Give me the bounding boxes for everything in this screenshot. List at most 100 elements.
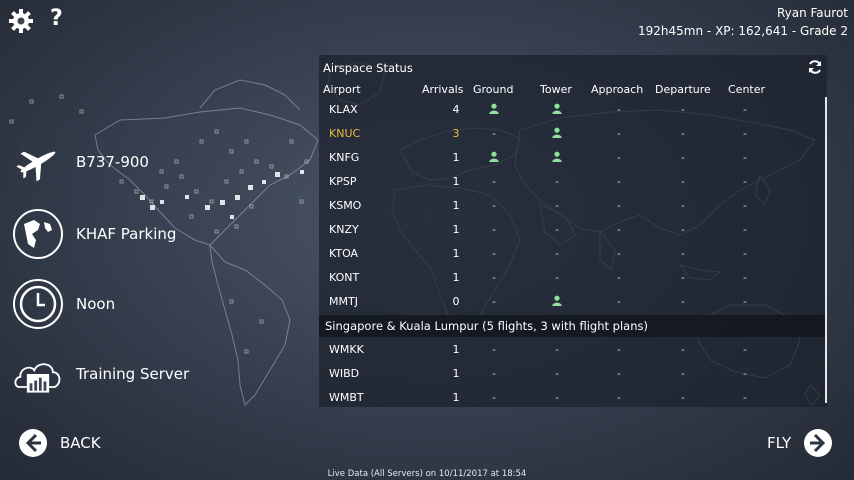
cell-airport: WMBT xyxy=(329,391,364,404)
cell-approach: - xyxy=(617,127,621,140)
cell-airport: KNUC xyxy=(329,127,361,140)
cell-departure: - xyxy=(681,391,685,404)
controller-online-icon xyxy=(489,151,500,165)
cell-departure: - xyxy=(681,151,685,164)
sidebar-item-server[interactable]: Training Server xyxy=(12,348,189,400)
sidebar-item-label: Training Server xyxy=(76,365,190,383)
cell-ground: - xyxy=(492,367,496,380)
cell-airport: MMTJ xyxy=(329,295,358,308)
cell-arrivals: 0 xyxy=(452,295,460,308)
table-row[interactable]: MMTJ 0 - - - - xyxy=(319,291,827,315)
settings-button[interactable] xyxy=(8,8,34,38)
cell-airport: KTOA xyxy=(329,247,359,260)
cell-arrivals: 1 xyxy=(452,391,460,404)
cell-tower: - xyxy=(555,343,559,356)
cell-departure: - xyxy=(681,103,685,116)
fly-label: FLY xyxy=(767,434,792,452)
back-button[interactable]: BACK xyxy=(18,428,101,458)
column-header-tower: Tower xyxy=(540,83,572,96)
sidebar-item-aircraft[interactable]: B737-900 xyxy=(12,136,149,188)
cell-airport: KONT xyxy=(329,271,360,284)
cell-airport: WIBD xyxy=(329,367,360,380)
cell-approach: - xyxy=(617,343,621,356)
cell-airport: WMKK xyxy=(329,343,364,356)
cell-ground: - xyxy=(492,247,496,260)
table-row[interactable]: WMKK 1 - - - - - xyxy=(319,339,827,363)
sidebar-item-label: KHAF Parking xyxy=(76,225,177,243)
column-header-airport: Airport xyxy=(323,83,361,96)
cell-airport: KNFG xyxy=(329,151,360,164)
cell-arrivals: 3 xyxy=(452,127,460,140)
cell-airport: KNZY xyxy=(329,223,359,236)
cell-departure: - xyxy=(681,343,685,356)
controller-online-icon xyxy=(489,103,500,117)
scrollbar[interactable] xyxy=(825,97,827,403)
column-header-departure: Departure xyxy=(655,83,711,96)
airspace-status-panel: Airspace Status Airport Arrivals Ground … xyxy=(319,55,827,407)
cell-center: - xyxy=(743,367,747,380)
table-row[interactable]: KNFG 1 - - - xyxy=(319,147,827,171)
cell-center: - xyxy=(743,247,747,260)
column-header-arrivals: Arrivals xyxy=(422,83,464,96)
cell-ground: - xyxy=(492,127,496,140)
server-chart-icon xyxy=(12,348,64,400)
table-row[interactable]: KPSP 1 - - - - - xyxy=(319,171,827,195)
refresh-button[interactable] xyxy=(807,59,823,78)
back-label: BACK xyxy=(60,434,101,452)
table-row[interactable]: KTOA 1 - - - - - xyxy=(319,243,827,267)
table-row[interactable]: KNZY 1 - - - - - xyxy=(319,219,827,243)
cell-arrivals: 1 xyxy=(452,175,460,188)
controller-online-icon xyxy=(552,127,563,141)
cell-departure: - xyxy=(681,199,685,212)
table-row[interactable]: KSMO 1 - - - - - xyxy=(319,195,827,219)
fly-button[interactable]: FLY xyxy=(767,428,833,458)
cell-ground: - xyxy=(492,175,496,188)
cell-tower: - xyxy=(555,391,559,404)
cell-approach: - xyxy=(617,295,621,308)
table-row[interactable]: KONT 1 - - - - - xyxy=(319,267,827,291)
cell-tower: - xyxy=(555,367,559,380)
controller-online-icon xyxy=(552,151,563,165)
cell-arrivals: 1 xyxy=(452,223,460,236)
cell-ground: - xyxy=(492,271,496,284)
cell-approach: - xyxy=(617,175,621,188)
sidebar-item-time[interactable]: Noon xyxy=(12,278,115,330)
refresh-icon xyxy=(809,60,821,74)
column-header-ground: Ground xyxy=(473,83,514,96)
sidebar-item-location[interactable]: KHAF Parking xyxy=(12,208,176,260)
cell-arrivals: 1 xyxy=(452,343,460,356)
cell-departure: - xyxy=(681,271,685,284)
cell-center: - xyxy=(743,151,747,164)
help-button[interactable]: ? xyxy=(50,6,63,31)
cell-approach: - xyxy=(617,151,621,164)
airplane-icon xyxy=(12,136,64,188)
cell-center: - xyxy=(743,295,747,308)
column-header-approach: Approach xyxy=(591,83,644,96)
column-header-center: Center xyxy=(728,83,766,96)
table-row[interactable]: KLAX 4 - - - xyxy=(319,99,827,123)
cell-arrivals: 1 xyxy=(452,271,460,284)
cell-center: - xyxy=(743,223,747,236)
cell-arrivals: 1 xyxy=(452,247,460,260)
table-row[interactable]: KNUC 3 - - - - xyxy=(319,123,827,147)
cell-center: - xyxy=(743,103,747,116)
cell-approach: - xyxy=(617,247,621,260)
table-row[interactable]: WMBT 1 - - - - - xyxy=(319,387,827,411)
cell-center: - xyxy=(743,343,747,356)
cell-arrivals: 1 xyxy=(452,199,460,212)
cell-tower: - xyxy=(555,175,559,188)
cell-approach: - xyxy=(617,223,621,236)
cell-center: - xyxy=(743,271,747,284)
arrow-right-icon xyxy=(804,429,833,457)
cell-approach: - xyxy=(617,367,621,380)
cell-arrivals: 4 xyxy=(452,103,460,116)
cell-departure: - xyxy=(681,295,685,308)
cell-center: - xyxy=(743,391,747,404)
table-row[interactable]: WIBD 1 - - - - - xyxy=(319,363,827,387)
user-stats: 192h45mn - XP: 162,641 - Grade 2 xyxy=(638,24,848,38)
cell-center: - xyxy=(743,127,747,140)
cell-tower: - xyxy=(555,223,559,236)
cell-center: - xyxy=(743,199,747,212)
user-info: Ryan Faurot 192h45mn - XP: 162,641 - Gra… xyxy=(638,4,848,40)
cell-tower: - xyxy=(555,271,559,284)
